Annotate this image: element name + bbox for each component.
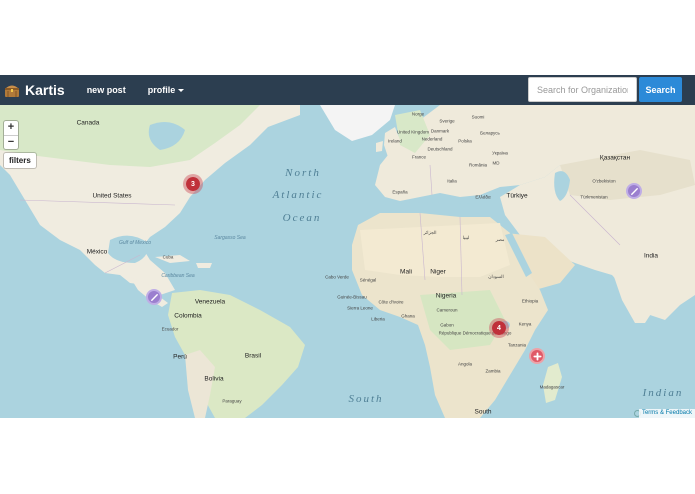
map-base: [0, 105, 695, 418]
label-belarus: Беларусь: [480, 130, 500, 136]
label-venezuela: Venezuela: [194, 298, 226, 306]
label-uk: United Kingdom: [396, 129, 430, 135]
label-caribbean-sea: Caribbean Sea: [161, 273, 195, 279]
zoom-in-button[interactable]: +: [4, 121, 18, 135]
brand-name: Kartis: [25, 82, 65, 98]
label-india: India: [643, 252, 659, 260]
label-colombia: Colombia: [174, 312, 202, 320]
label-moldova: MD: [492, 160, 500, 166]
label-madagascar: Madagascar: [539, 384, 565, 390]
label-canada: Canada: [76, 119, 100, 127]
label-danmark: Danmark: [430, 128, 450, 134]
navbar: Kartis new post profile Search: [0, 75, 695, 105]
label-turkmenistan: Türkmenistan: [580, 194, 608, 200]
label-algeria: الجزائر: [423, 230, 437, 235]
label-polska: Polska: [458, 138, 472, 144]
label-united-states: United States: [92, 192, 132, 200]
attribution-link[interactable]: Terms & Feedback: [638, 409, 695, 418]
label-senegal: Sénégal: [359, 277, 377, 283]
label-ethiopia: Ethiopia: [521, 298, 539, 304]
cluster-count: 4: [497, 324, 501, 332]
label-italia: Italia: [447, 178, 457, 184]
zoom-control: + −: [4, 121, 18, 149]
page: Kartis new post profile Search for Organ…: [0, 0, 695, 494]
label-brasil: Brasil: [244, 352, 262, 360]
label-ghana: Ghana: [401, 313, 415, 319]
label-ireland: Ireland: [388, 138, 402, 144]
label-greece: Ελλάδα: [475, 194, 491, 200]
label-uzbekistan: O'zbekiston: [592, 178, 616, 184]
pin-marker-medical[interactable]: [529, 348, 545, 364]
label-guinee: Guinée-Bissau: [337, 294, 367, 300]
label-peru: Perú: [173, 353, 187, 361]
label-ocean-atlantic: Atlantic: [272, 189, 324, 201]
label-ocean-ocean: Ocean: [282, 212, 322, 224]
brand[interactable]: Kartis: [4, 82, 65, 98]
label-turkiye: Türkiye: [506, 192, 528, 200]
label-kenya: Kenya: [518, 321, 532, 327]
label-liberia: Liberia: [371, 316, 385, 322]
label-espana: España: [392, 189, 408, 195]
label-niger: Niger: [430, 268, 446, 276]
treasure-chest-icon: [5, 85, 19, 97]
zoom-out-button[interactable]: −: [4, 135, 18, 149]
label-ocean-south: South: [348, 393, 384, 405]
label-cameroon: Cameroun: [436, 307, 458, 313]
nav-profile[interactable]: profile: [148, 85, 185, 95]
label-cuba: Cuba: [162, 254, 174, 260]
pencil-icon: [150, 293, 158, 301]
label-mali: Mali: [400, 268, 412, 276]
label-gabon: Gabon: [440, 322, 454, 328]
label-ukraine: Україна: [492, 150, 508, 156]
label-egypt: مصر: [495, 237, 505, 242]
label-sierra-leone: Sierra Leone: [347, 305, 373, 311]
pencil-icon: [630, 187, 638, 195]
label-sudan: السودان: [488, 274, 504, 279]
label-gulf-of-mexico: Gulf of Mexico: [119, 240, 151, 246]
search-button[interactable]: Search: [639, 77, 682, 102]
label-france: France: [411, 154, 427, 160]
search-input[interactable]: [528, 77, 637, 102]
medical-cross-icon: [532, 351, 542, 361]
label-norway: Norge: [411, 111, 425, 117]
label-sweden: Sverige: [439, 118, 455, 124]
chevron-down-icon: [178, 88, 185, 92]
label-finland: Suomi: [471, 114, 485, 120]
label-ocean-indian: Indian: [642, 387, 684, 399]
label-ocean-north: North: [285, 167, 321, 179]
pin-marker-central-america[interactable]: [146, 289, 162, 305]
label-sargasso-sea: Sargasso Sea: [214, 235, 246, 241]
nav-profile-label: profile: [147, 85, 176, 95]
map[interactable]: Canada United States México Cuba Venezue…: [0, 105, 695, 418]
label-south-africa: South: [474, 408, 492, 416]
label-paraguay: Paraguay: [222, 398, 242, 404]
label-romania: România: [468, 162, 488, 168]
cluster-marker-africa[interactable]: 4: [489, 318, 509, 338]
label-zambia: Zambia: [485, 368, 501, 374]
label-libya: ليبيا: [462, 235, 470, 240]
label-nederland: Nederland: [421, 136, 443, 142]
cluster-count: 3: [191, 180, 195, 188]
label-bolivia: Bolivia: [204, 375, 224, 383]
label-tanzania: Tanzania: [507, 342, 527, 348]
cluster-marker-us[interactable]: 3: [183, 174, 203, 194]
pin-marker-asia[interactable]: [626, 183, 642, 199]
label-kazakhstan: Қазақстан: [599, 154, 631, 162]
label-cote-divoire: Côte d'Ivoire: [378, 299, 404, 305]
label-angola: Angola: [457, 361, 473, 367]
label-deutschland: Deutschland: [427, 146, 453, 152]
label-nigeria: Nigeria: [435, 292, 457, 300]
filters-button[interactable]: filters: [4, 153, 36, 168]
label-cabo-verde: Cabo Verde: [325, 274, 349, 280]
nav-new-post[interactable]: new post: [87, 85, 126, 95]
label-ecuador: Ecuador: [161, 326, 179, 332]
label-mexico: México: [86, 248, 108, 256]
